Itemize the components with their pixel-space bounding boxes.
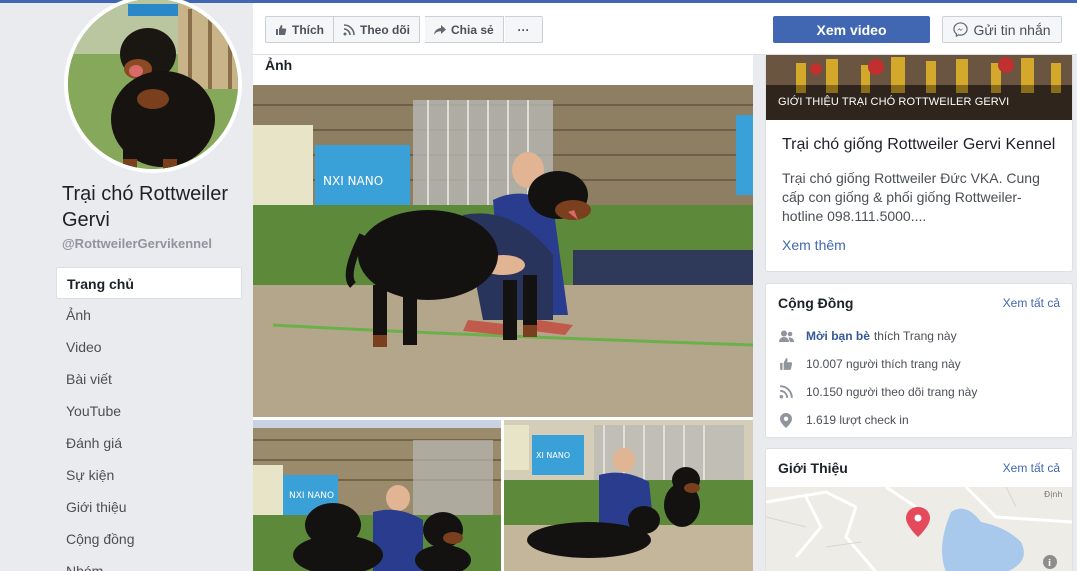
community-card: Cộng Đồng Xem tất cả Mời bạn bè thích Tr… (765, 283, 1073, 438)
thumbs-up-icon (276, 24, 287, 35)
nav-item-about[interactable]: Giới thiệu (56, 491, 242, 523)
follow-label: Theo dõi (360, 22, 410, 37)
left-column: Trại chó Rottweiler Gervi @RottweilerGer… (56, 0, 246, 571)
share-arrow-icon (434, 24, 446, 35)
svg-text:i: i (1048, 559, 1051, 569)
community-see-all-link[interactable]: Xem tất cả (1003, 296, 1060, 310)
svg-text:NXI NANO: NXI NANO (323, 174, 383, 188)
rss-icon (343, 23, 355, 35)
trophy-banner-image (766, 55, 1072, 120)
more-icon: ··· (517, 22, 530, 37)
profile-picture[interactable] (64, 0, 242, 173)
nav-item-reviews[interactable]: Đánh giá (56, 427, 242, 459)
community-checkins-row: 1.619 lượt check in (778, 411, 909, 429)
thumbs-up-icon (778, 356, 794, 372)
community-follows-row: 10.150 người theo dõi trang này (778, 383, 977, 401)
page-action-bar: Thích Theo dõi Chia sẻ ··· Xem video Gửi… (253, 3, 1077, 55)
follow-button[interactable]: Theo dõi (334, 16, 420, 43)
about-see-more-link[interactable]: Xem thêm (782, 237, 846, 253)
likes-count[interactable]: 10.007 người thích trang này (806, 357, 961, 371)
like-label: Thích (292, 22, 324, 37)
about-description: Trại chó giống Rottweiler Đức VKA. Cung … (782, 170, 1040, 224)
about-banner-caption: GIỚI THIỆU TRẠI CHÓ ROTTWEILER GERVI (778, 96, 1010, 108)
svg-text:NXI NANO: NXI NANO (289, 491, 334, 501)
nav-item-youtube[interactable]: YouTube (56, 395, 242, 427)
photo-two-rottweilers-with-man: NXI NANO (253, 420, 501, 571)
photos-title[interactable]: Ảnh (265, 57, 292, 73)
nav-item-posts[interactable]: Bài viết (56, 363, 242, 395)
share-button[interactable]: Chia sẻ (425, 16, 504, 43)
nav-item-events[interactable]: Sự kiện (56, 459, 242, 491)
invite-friends-icon (778, 328, 794, 344)
svg-text:XI NANO: XI NANO (536, 451, 570, 460)
followers-count[interactable]: 10.150 người theo dõi trang này (806, 385, 977, 399)
nav-item-home[interactable]: Trang chủ (56, 267, 242, 299)
share-label: Chia sẻ (451, 22, 494, 37)
about-title[interactable]: Trại chó giống Rottweiler Gervi Kennel (782, 136, 1055, 154)
intro-title[interactable]: Giới Thiệu (778, 460, 848, 476)
nav-item-groups[interactable]: Nhóm (56, 555, 242, 571)
photos-section: Ảnh NXI NANO NXI NANO XI NANO (253, 55, 753, 571)
intro-see-all-link[interactable]: Xem tất cả (1003, 461, 1060, 475)
location-map[interactable]: Định i (766, 487, 1072, 571)
about-card: GIỚI THIỆU TRẠI CHÓ ROTTWEILER GERVI Trạ… (765, 55, 1073, 272)
nav-item-community[interactable]: Cộng đồng (56, 523, 242, 555)
checkins-count[interactable]: 1.619 lượt check in (806, 413, 909, 427)
send-message-button[interactable]: Gửi tin nhắn (942, 16, 1062, 43)
photo-thumbnail-2[interactable]: XI NANO (504, 420, 753, 571)
rss-icon (778, 384, 794, 400)
send-message-label: Gửi tin nhắn (973, 21, 1051, 38)
photo-thumbnail-1[interactable]: NXI NANO (253, 420, 501, 571)
like-button[interactable]: Thích (265, 16, 334, 43)
messenger-icon (953, 22, 969, 37)
community-likes-row: 10.007 người thích trang này (778, 355, 961, 373)
page-title[interactable]: Trại chó Rottweiler Gervi (62, 181, 242, 233)
rottweiler-avatar-image (68, 0, 238, 169)
invite-friends-text: thích Trang này (873, 329, 957, 343)
map-image: Định i (766, 487, 1072, 571)
photo-rottweiler-with-man: NXI NANO (253, 85, 753, 417)
nav-item-videos[interactable]: Video (56, 331, 242, 363)
page-handle[interactable]: @RottweilerGervikennel (62, 236, 212, 251)
photo-main[interactable]: NXI NANO (253, 85, 753, 417)
community-title[interactable]: Cộng Đồng (778, 295, 853, 311)
invite-friends-link[interactable]: Mời bạn bè (806, 329, 870, 343)
intro-card: Giới Thiệu Xem tất cả Định i (765, 448, 1073, 571)
community-invite-row: Mời bạn bè thích Trang này (778, 327, 957, 345)
more-options-button[interactable]: ··· (505, 16, 543, 43)
page-nav: Trang chủ Ảnh Video Bài viết YouTube Đán… (56, 267, 242, 571)
map-pin-icon (778, 412, 794, 428)
watch-video-button[interactable]: Xem video (773, 16, 930, 43)
map-label: Định (1044, 490, 1063, 500)
nav-item-photos[interactable]: Ảnh (56, 299, 242, 331)
about-banner[interactable]: GIỚI THIỆU TRẠI CHÓ ROTTWEILER GERVI (766, 55, 1072, 120)
photo-rottweilers-lying-with-man: XI NANO (504, 420, 753, 571)
